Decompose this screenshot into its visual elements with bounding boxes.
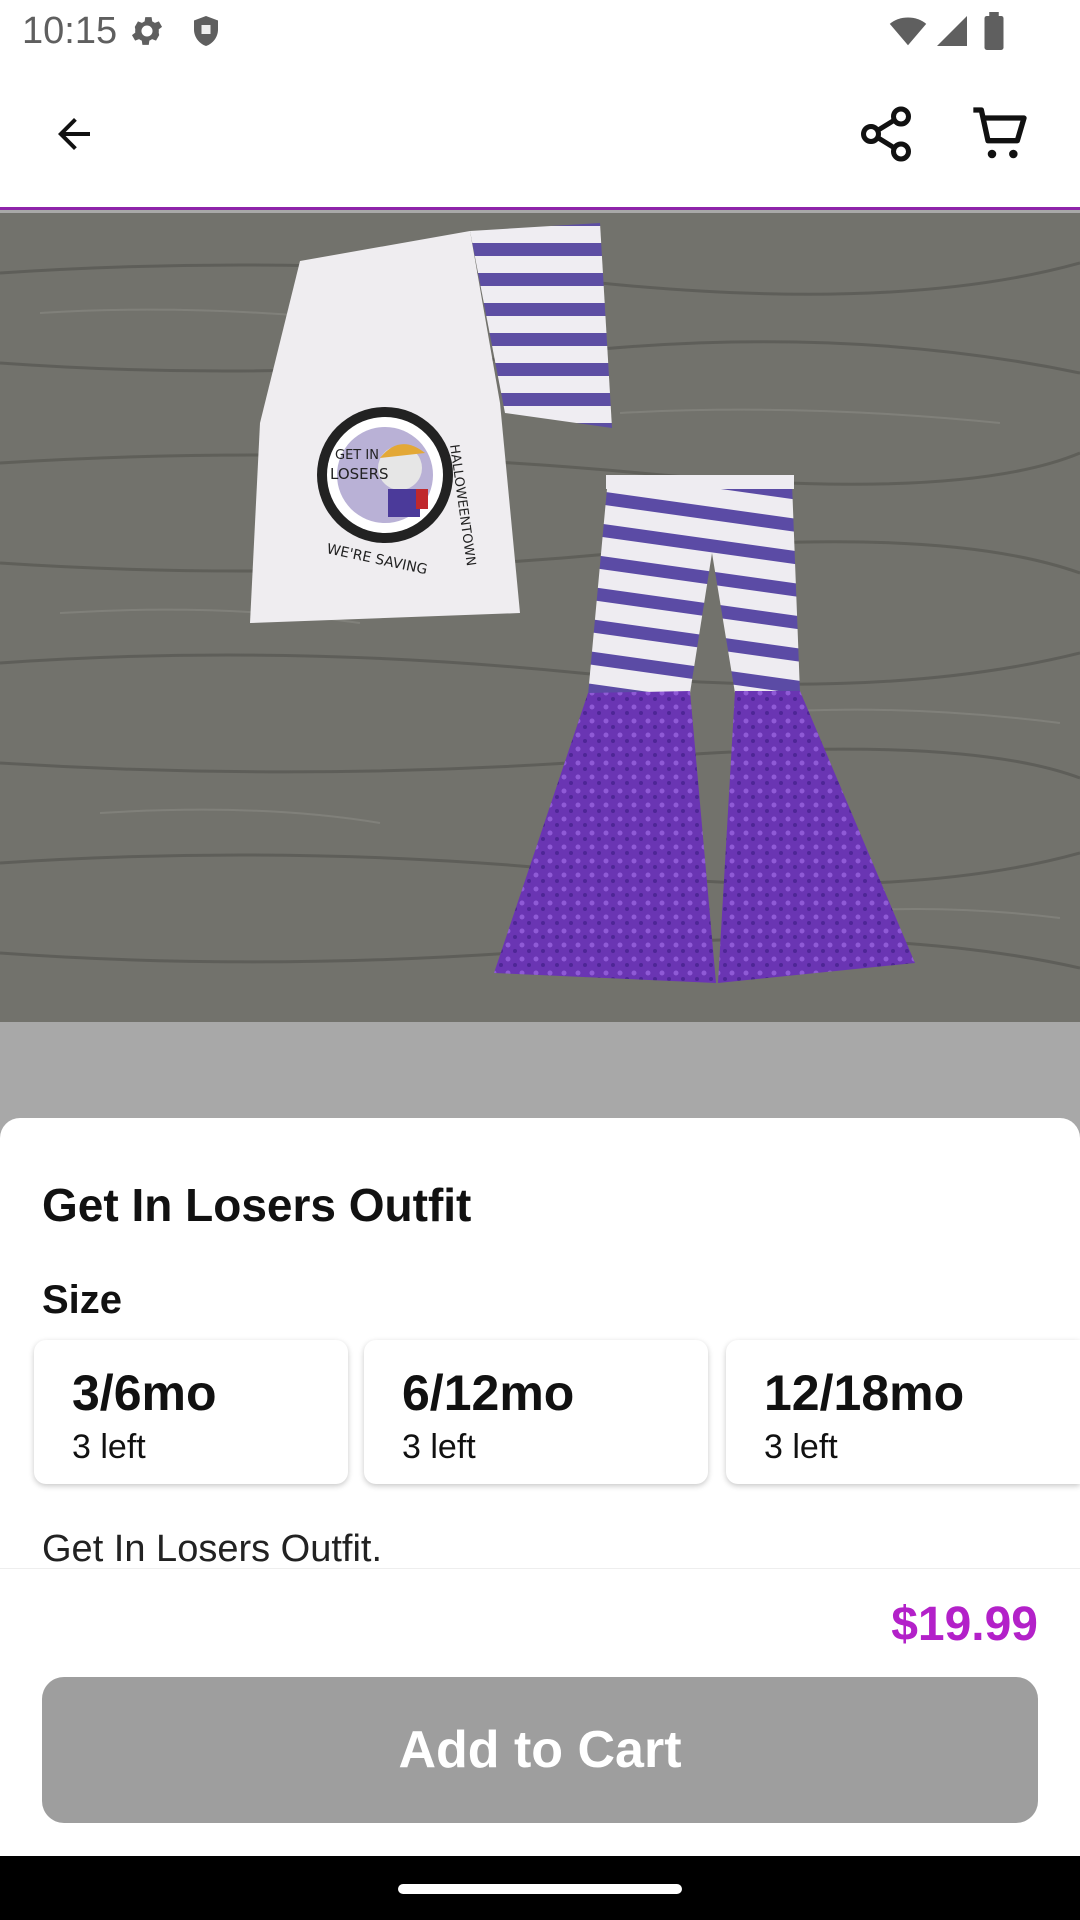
size-option-stock: 3 left [72,1428,146,1466]
back-arrow-icon [50,110,98,163]
image-badge-line1: GET IN [335,448,379,463]
size-option-3-6mo[interactable]: 3/6mo 3 left [34,1340,348,1484]
system-nav-bar [0,1856,1080,1920]
size-option-stock: 3 left [764,1428,838,1466]
status-bar: 10:15 [0,0,1080,62]
size-option-6-12mo[interactable]: 6/12mo 3 left [364,1340,708,1484]
wifi-icon [888,12,928,55]
signal-icon [934,12,970,55]
product-image[interactable]: GET IN LOSERS WE'RE SAVING HALLOWEENTOWN [0,213,1080,1022]
product-description: Get In Losers Outfit. [42,1528,383,1570]
shield-icon [188,12,224,55]
product-price: $19.99 [891,1598,1038,1651]
settings-icon [128,12,166,55]
app-bar [0,62,1080,210]
size-option-name: 12/18mo [764,1365,965,1421]
product-details-sheet: Get In Losers Outfit Size 3/6mo 3 left 6… [0,1118,1080,1570]
size-option-12-18mo[interactable]: 12/18mo 3 left [726,1340,1080,1484]
cart-icon [968,102,1032,171]
size-option-name: 6/12mo [402,1365,575,1421]
size-option-name: 3/6mo [72,1365,217,1421]
share-icon [856,104,916,169]
size-option-stock: 3 left [402,1428,476,1466]
share-button[interactable] [846,96,926,176]
battery-icon [982,12,1006,55]
image-badge-line2: LOSERS [330,465,389,483]
home-gesture-handle[interactable] [398,1884,682,1894]
status-time: 10:15 [22,10,118,52]
cart-button[interactable] [960,96,1040,176]
product-title: Get In Losers Outfit [42,1179,472,1231]
size-label: Size [42,1278,123,1322]
add-to-cart-button[interactable]: Add to Cart [42,1677,1038,1823]
back-button[interactable] [34,96,114,176]
checkout-bar: $19.99 Add to Cart [0,1568,1080,1856]
